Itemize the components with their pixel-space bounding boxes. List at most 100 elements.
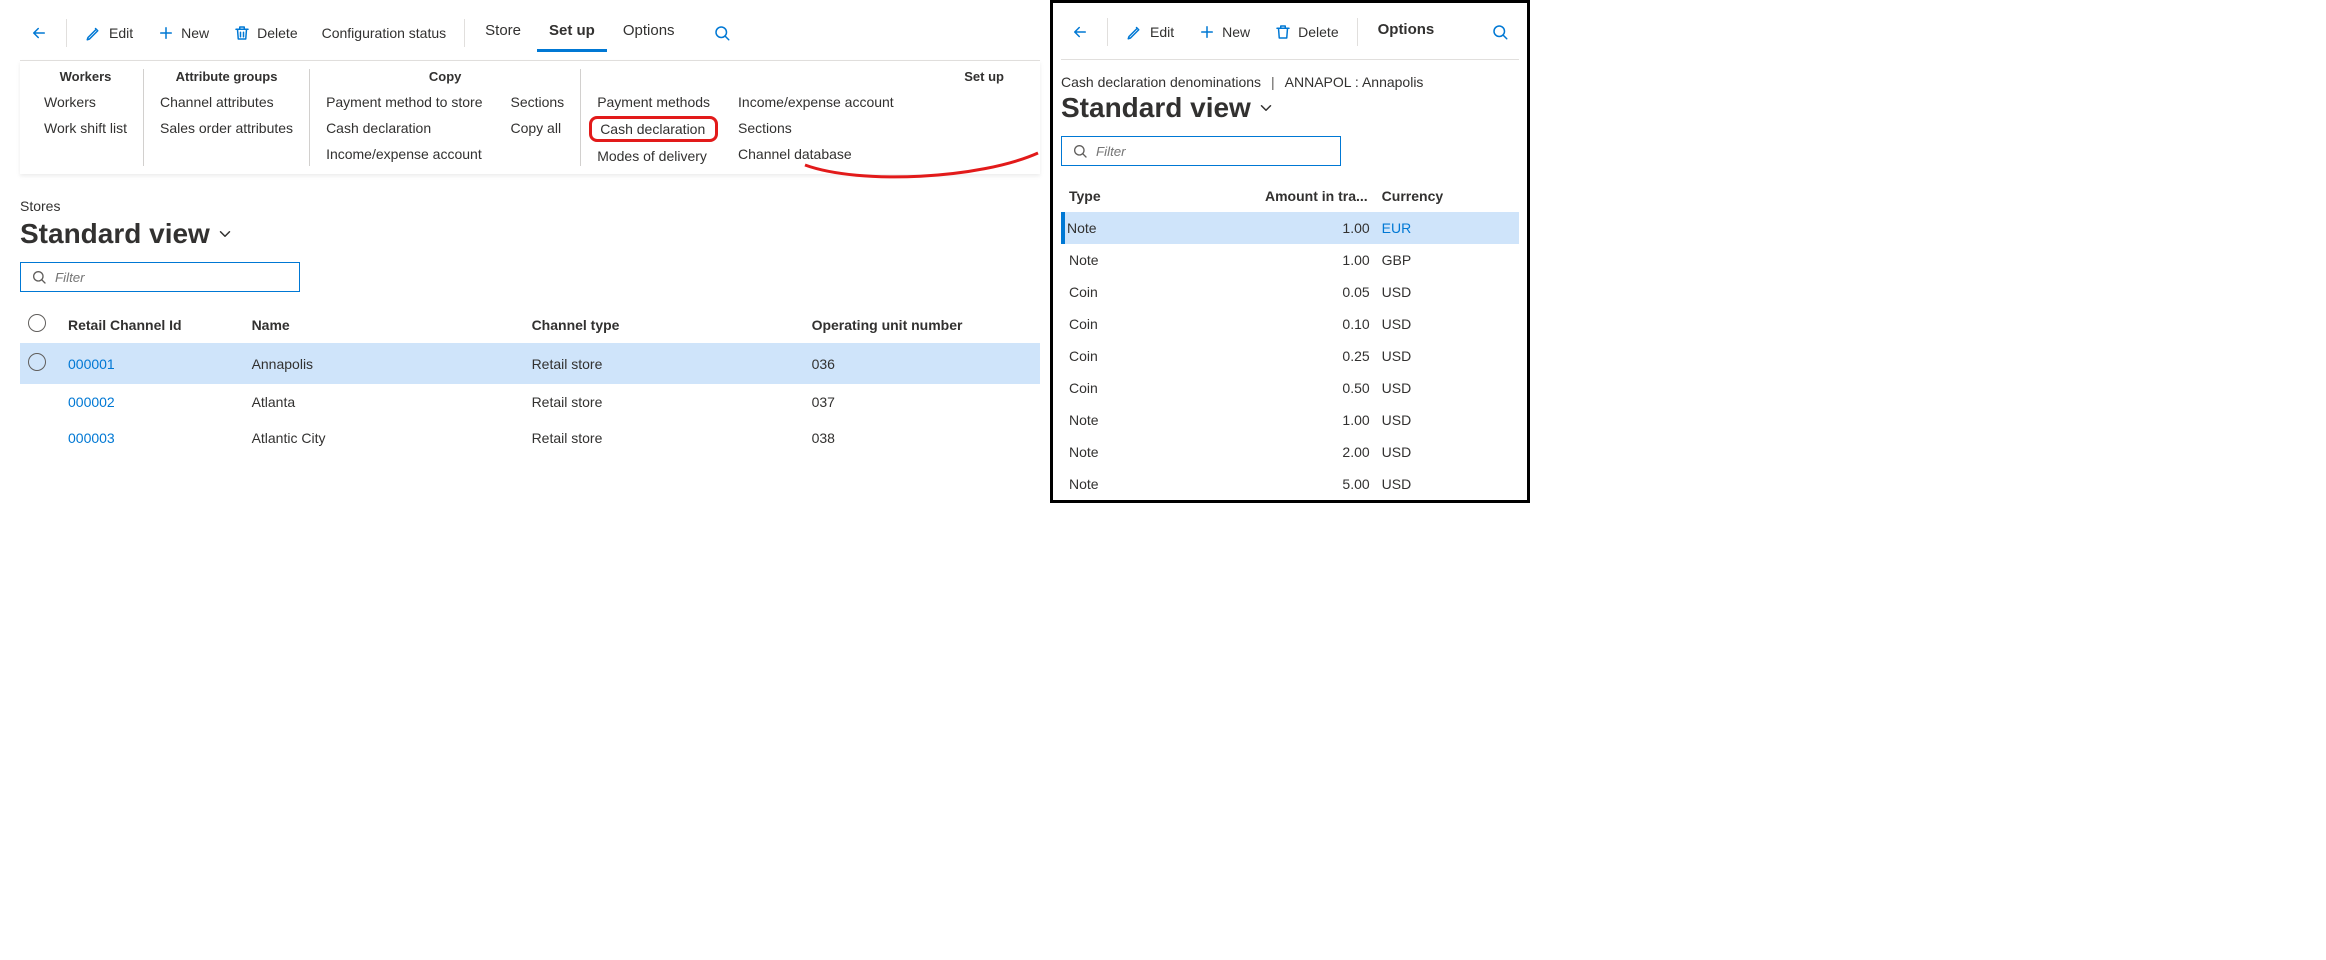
cell-type: Note: [1063, 244, 1148, 276]
cell-currency[interactable]: USD: [1376, 404, 1519, 436]
table-row[interactable]: Note2.00USD: [1063, 436, 1519, 468]
ribbon-setup-sections[interactable]: Sections: [738, 118, 894, 138]
chevron-down-icon: [1257, 99, 1275, 117]
cell-currency[interactable]: GBP: [1376, 244, 1519, 276]
denominations-grid: Type Amount in tra... Currency Note1.00E…: [1061, 180, 1519, 500]
ribbon-channel-attributes[interactable]: Channel attributes: [160, 92, 293, 112]
chevron-down-icon: [216, 225, 234, 243]
col-retail-channel-id[interactable]: Retail Channel Id: [60, 306, 244, 343]
config-status-button[interactable]: Configuration status: [312, 19, 457, 47]
edit-button[interactable]: Edit: [75, 18, 143, 48]
delete-button[interactable]: Delete: [223, 18, 307, 48]
cell-currency[interactable]: USD: [1376, 276, 1519, 308]
col-channel-type[interactable]: Channel type: [524, 306, 804, 343]
table-row[interactable]: Note1.00USD: [1063, 404, 1519, 436]
cell-type: Note: [1063, 436, 1148, 468]
tab-options[interactable]: Options: [611, 14, 687, 52]
col-amount[interactable]: Amount in tra...: [1148, 180, 1376, 212]
tab-store[interactable]: Store: [473, 14, 533, 52]
cell-amount: 2.00: [1148, 436, 1376, 468]
delete-label: Delete: [257, 25, 297, 41]
ribbon-workers[interactable]: Workers: [44, 92, 127, 112]
table-row[interactable]: Coin0.10USD: [1063, 308, 1519, 340]
cell-amount: 0.05: [1148, 276, 1376, 308]
pencil-icon: [85, 24, 103, 42]
cell-currency[interactable]: USD: [1376, 436, 1519, 468]
right-filter-input-wrap[interactable]: [1061, 136, 1341, 166]
col-oun[interactable]: Operating unit number: [804, 306, 1040, 343]
cell-amount: 1.00: [1148, 212, 1376, 244]
back-button[interactable]: [20, 18, 58, 48]
right-action-bar: Edit New Delete Options: [1061, 9, 1519, 60]
table-row[interactable]: Note5.00USD: [1063, 468, 1519, 500]
ribbon-copy-income-expense[interactable]: Income/expense account: [326, 144, 482, 164]
table-row[interactable]: Coin0.25USD: [1063, 340, 1519, 372]
cell-oun: 037: [804, 384, 1040, 420]
new-button-right[interactable]: New: [1188, 17, 1260, 47]
cell-currency[interactable]: USD: [1376, 340, 1519, 372]
search-button[interactable]: [703, 18, 741, 48]
ribbon-sales-order-attributes[interactable]: Sales order attributes: [160, 118, 293, 138]
row-radio[interactable]: [28, 353, 46, 371]
table-row[interactable]: Note1.00EUR: [1063, 212, 1519, 244]
plus-icon: [157, 24, 175, 42]
back-button-right[interactable]: [1061, 17, 1099, 47]
delete-button-right[interactable]: Delete: [1264, 17, 1348, 47]
cell-retail-id[interactable]: 000003: [60, 420, 244, 456]
table-row[interactable]: 000002AtlantaRetail store037: [20, 384, 1040, 420]
page-title: Stores: [20, 198, 1040, 214]
cell-channel-type: Retail store: [524, 343, 804, 384]
cell-currency[interactable]: USD: [1376, 372, 1519, 404]
cell-type: Coin: [1063, 372, 1148, 404]
cell-type: Coin: [1063, 308, 1148, 340]
cell-currency[interactable]: USD: [1376, 468, 1519, 500]
ribbon-setup-channel-db[interactable]: Channel database: [738, 144, 894, 164]
arrow-left-icon: [30, 24, 48, 42]
search-button-right[interactable]: [1481, 17, 1519, 47]
breadcrumb-title: Cash declaration denominations: [1061, 74, 1261, 90]
ribbon-copy-all[interactable]: Copy all: [510, 118, 564, 138]
right-view-selector[interactable]: Standard view: [1061, 92, 1519, 124]
view-selector[interactable]: Standard view: [20, 218, 1040, 250]
table-row[interactable]: Note1.00GBP: [1063, 244, 1519, 276]
edit-button-right[interactable]: Edit: [1116, 17, 1184, 47]
cell-retail-id[interactable]: 000002: [60, 384, 244, 420]
ribbon-group-copy: Copy Payment method to store Cash declar…: [310, 69, 581, 166]
col-type[interactable]: Type: [1063, 180, 1148, 212]
cell-amount: 0.50: [1148, 372, 1376, 404]
table-row[interactable]: 000003Atlantic CityRetail store038: [20, 420, 1040, 456]
ribbon-setup-payment-methods[interactable]: Payment methods: [597, 92, 710, 112]
filter-input-wrap[interactable]: [20, 262, 300, 292]
left-action-bar: Edit New Delete Configuration status Sto…: [20, 10, 1040, 61]
cell-type: Note: [1063, 404, 1148, 436]
select-all-radio[interactable]: [28, 314, 46, 332]
table-row[interactable]: Coin0.50USD: [1063, 372, 1519, 404]
plus-icon: [1198, 23, 1216, 41]
ribbon-setup-modes-delivery[interactable]: Modes of delivery: [597, 146, 710, 166]
cell-amount: 1.00: [1148, 404, 1376, 436]
table-row[interactable]: Coin0.05USD: [1063, 276, 1519, 308]
cell-currency[interactable]: EUR: [1376, 212, 1519, 244]
tab-setup[interactable]: Set up: [537, 14, 607, 52]
ribbon-group-attribute-groups: Attribute groups Channel attributes Sale…: [144, 69, 310, 166]
new-button[interactable]: New: [147, 18, 219, 48]
cell-amount: 0.25: [1148, 340, 1376, 372]
ribbon-setup-income-expense[interactable]: Income/expense account: [738, 92, 894, 112]
ribbon-work-shift-list[interactable]: Work shift list: [44, 118, 127, 138]
tab-options-right[interactable]: Options: [1366, 13, 1447, 51]
right-filter-input[interactable]: [1096, 144, 1330, 159]
cell-retail-id[interactable]: 000001: [60, 343, 244, 384]
filter-input[interactable]: [55, 270, 289, 285]
ribbon-copy-cash-declaration[interactable]: Cash declaration: [326, 118, 482, 138]
table-row[interactable]: 000001AnnapolisRetail store036: [20, 343, 1040, 384]
col-name[interactable]: Name: [244, 306, 524, 343]
cell-currency[interactable]: USD: [1376, 308, 1519, 340]
pencil-icon: [1126, 23, 1144, 41]
ribbon-copy-sections[interactable]: Sections: [510, 92, 564, 112]
ribbon-setup-cash-declaration[interactable]: Cash declaration: [589, 116, 718, 142]
search-icon: [31, 269, 47, 285]
ribbon-copy-payment-method[interactable]: Payment method to store: [326, 92, 482, 112]
arrow-left-icon: [1071, 23, 1089, 41]
cell-amount: 5.00: [1148, 468, 1376, 500]
col-currency[interactable]: Currency: [1376, 180, 1519, 212]
